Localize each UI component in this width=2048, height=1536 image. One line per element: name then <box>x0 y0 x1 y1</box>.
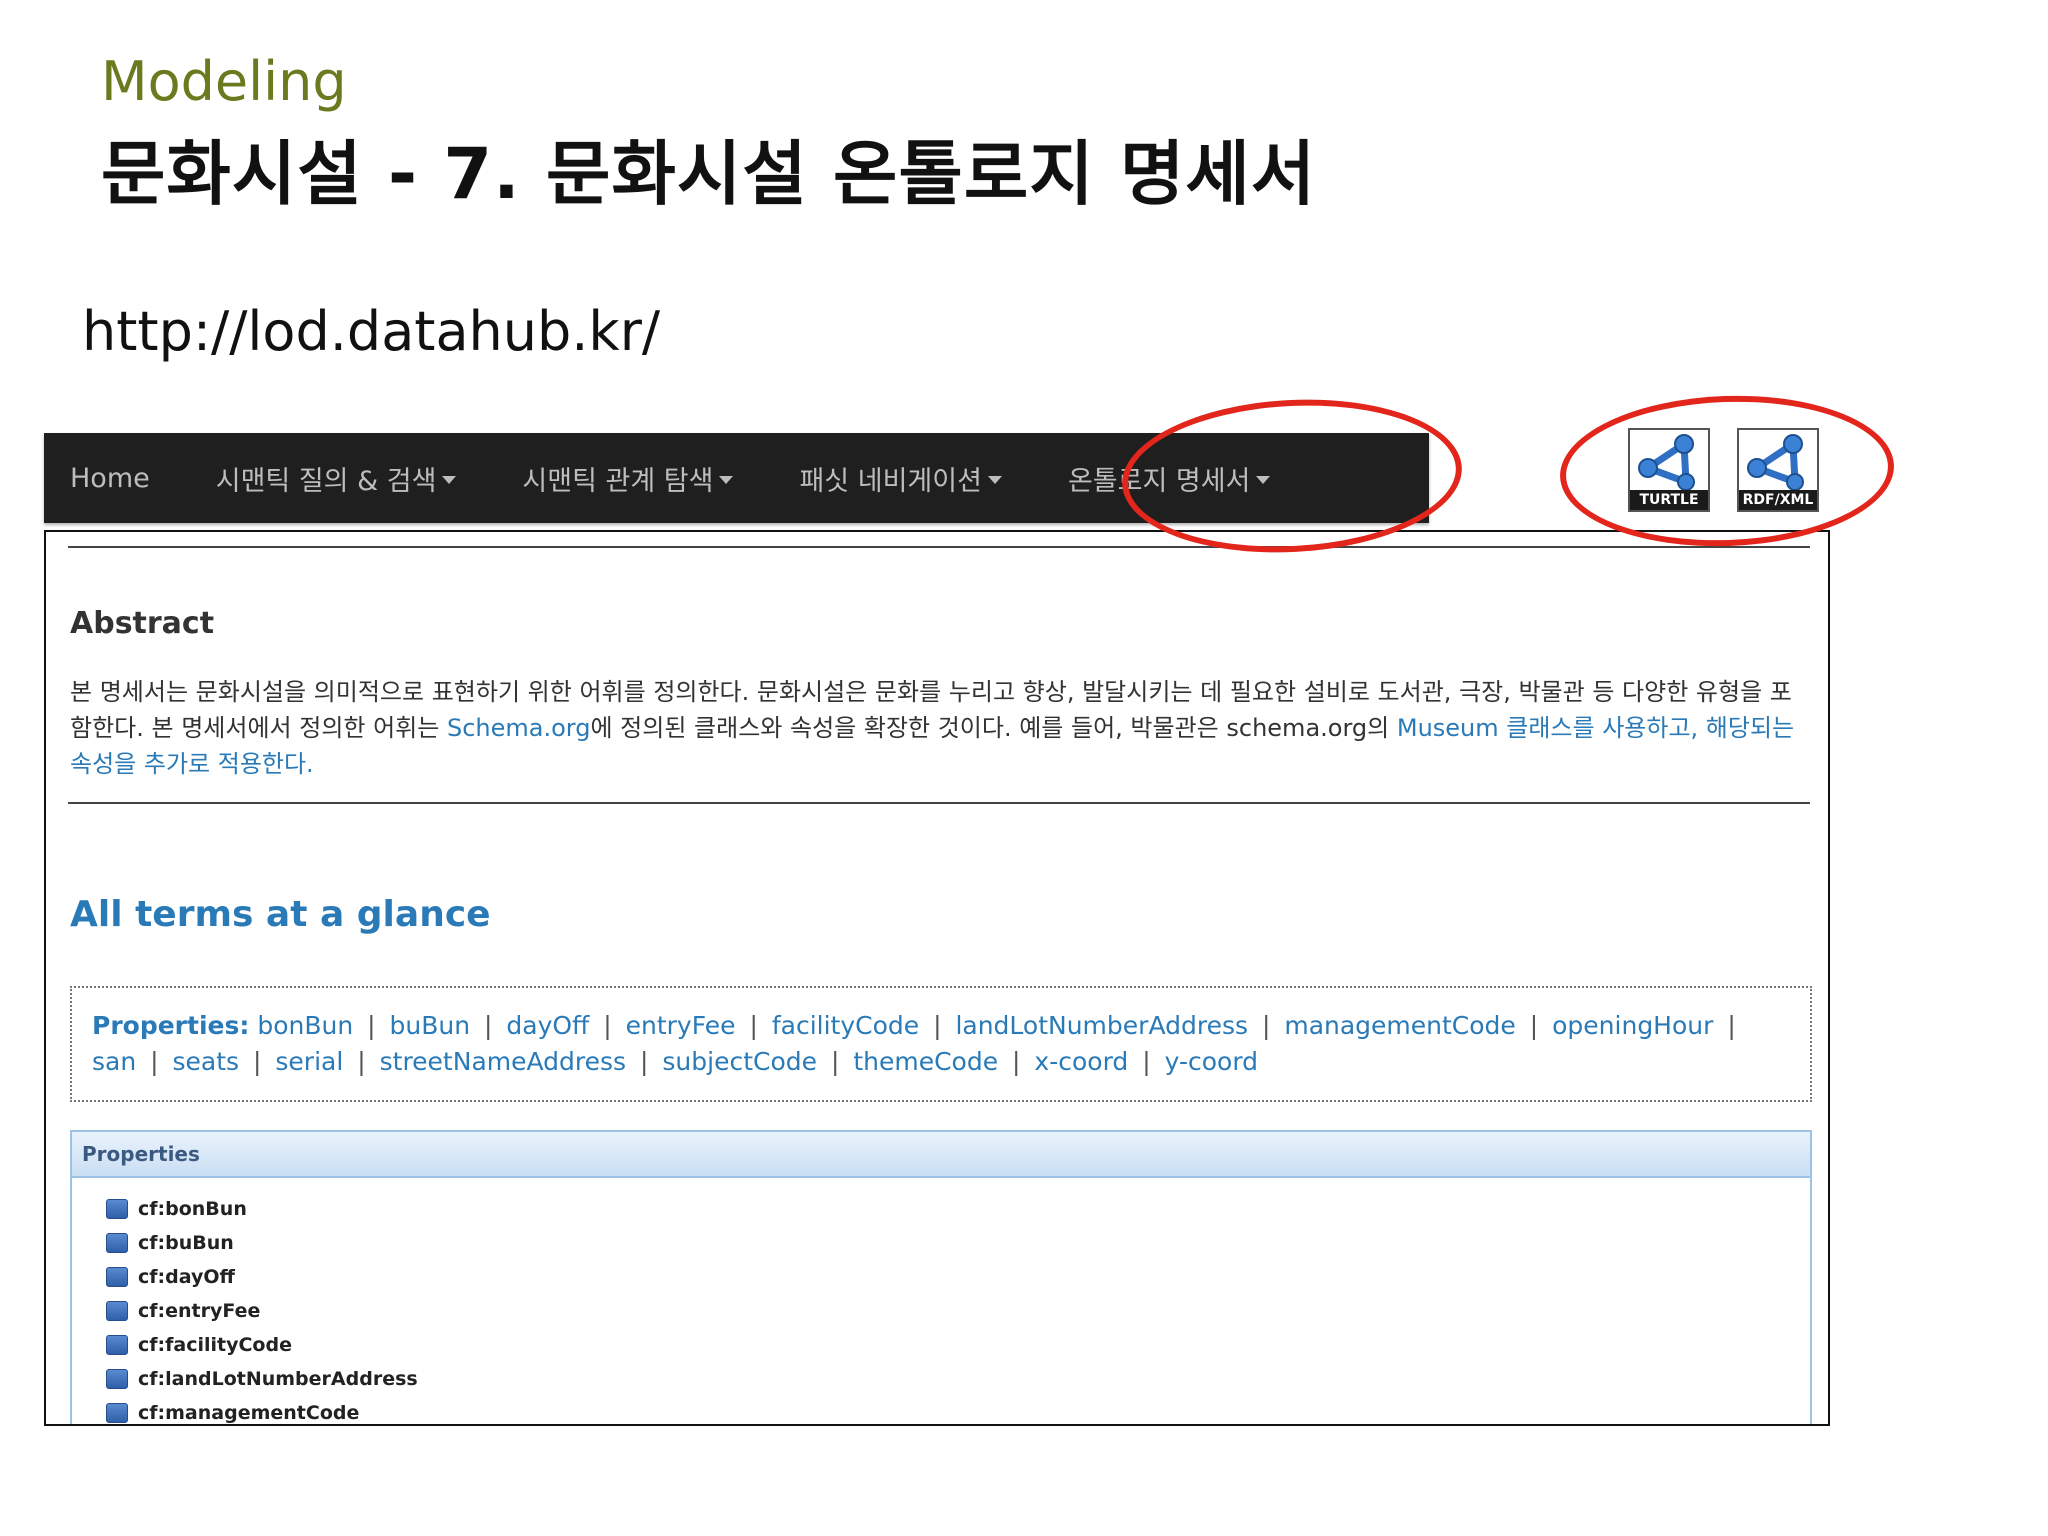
abstract-heading: Abstract <box>70 606 215 641</box>
term-separator: | <box>245 1047 262 1076</box>
nav-item-home[interactable]: Home <box>70 463 150 494</box>
nav-item-label: 시맨틱 질의 & 검색 <box>215 465 437 497</box>
property-name: cf:dayOff <box>138 1266 235 1288</box>
schema-org-link[interactable]: Schema.org <box>447 714 590 742</box>
glance-term-link[interactable]: x-coord <box>1026 1047 1128 1076</box>
property-bullet-icon <box>106 1267 128 1287</box>
nav-item-label: 패싯 네비게이션 <box>799 465 982 497</box>
divider <box>68 546 1810 548</box>
glance-term-link[interactable]: entryFee <box>618 1011 736 1040</box>
term-separator: | <box>476 1011 493 1040</box>
nav-item-semantic-relation[interactable]: 시맨틱 관계 탐색 <box>522 459 734 498</box>
glance-term-link[interactable]: facilityCode <box>764 1011 919 1040</box>
glance-terms: bonBun | buBun | dayOff | entryFee | fac… <box>92 1011 1742 1076</box>
glance-term-link[interactable]: subjectCode <box>654 1047 817 1076</box>
property-name: cf:entryFee <box>138 1300 261 1322</box>
export-icons: TURTLE RDF/XML <box>1628 428 1819 512</box>
property-name: cf:landLotNumberAddress <box>138 1368 418 1390</box>
property-bullet-icon <box>106 1335 128 1355</box>
property-list-item[interactable]: cf:facilityCode <box>106 1328 1810 1362</box>
glance-term-link[interactable]: bonBun <box>257 1011 353 1040</box>
rdf-graph-icon <box>1747 434 1804 490</box>
glance-term-link[interactable]: openingHour <box>1544 1011 1713 1040</box>
caret-down-icon <box>442 475 457 484</box>
nav-item-label: 온톨로지 명세서 <box>1067 465 1251 497</box>
term-separator: | <box>595 1011 612 1040</box>
turtle-export-button[interactable]: TURTLE <box>1628 428 1710 512</box>
property-list-item[interactable]: cf:entryFee <box>106 1294 1810 1328</box>
glance-term-link[interactable]: seats <box>165 1047 240 1076</box>
term-separator: | <box>349 1047 366 1076</box>
nav-item-label: 시맨틱 관계 탐색 <box>522 465 714 497</box>
slide-subtitle: Modeling <box>101 50 347 113</box>
term-separator: | <box>925 1011 942 1040</box>
slide-title: 문화시설 - 7. 문화시설 온톨로지 명세서 <box>101 133 1317 215</box>
term-separator: | <box>632 1047 649 1076</box>
term-separator: | <box>823 1047 840 1076</box>
caret-down-icon <box>719 475 734 484</box>
nav-item-ontology-spec[interactable]: 온톨로지 명세서 <box>1067 459 1271 498</box>
property-name: cf:facilityCode <box>138 1334 292 1356</box>
glance-properties-label: Properties: <box>92 1011 250 1040</box>
term-separator: | <box>1521 1011 1539 1040</box>
term-separator: | <box>359 1011 376 1040</box>
rdfxml-export-button[interactable]: RDF/XML <box>1737 428 1819 512</box>
property-list-item[interactable]: cf:buBun <box>106 1226 1810 1260</box>
property-list-item[interactable]: cf:managementCode <box>106 1396 1810 1424</box>
term-separator: | <box>741 1011 758 1040</box>
slide-url: http://lod.datahub.kr/ <box>82 300 661 363</box>
term-separator: | <box>1719 1011 1736 1040</box>
property-name: cf:buBun <box>138 1232 234 1254</box>
properties-box: Properties cf:bonBun cf:buBun cf:dayOff cf:… <box>70 1130 1812 1424</box>
property-list-item[interactable]: cf:landLotNumberAddress <box>106 1362 1810 1396</box>
glance-term-link[interactable]: managementCode <box>1276 1011 1515 1040</box>
abstract-text: 본 명세서는 문화시설을 의미적으로 표현하기 위한 어휘를 정의한다. 문화시… <box>70 674 1810 782</box>
nav-item-semantic-query[interactable]: 시맨틱 질의 & 검색 <box>216 459 457 498</box>
property-name: cf:bonBun <box>138 1198 247 1220</box>
glance-term-link[interactable]: y-coord <box>1157 1047 1258 1076</box>
rdf-graph-icon <box>1638 434 1695 490</box>
caret-down-icon <box>1256 475 1271 484</box>
nav-item-facet-navigation[interactable]: 패싯 네비게이션 <box>799 459 1002 498</box>
abstract-text-part: 에 정의된 클래스와 속성을 확장한 것이다. 예를 들어, 박물관은 sche… <box>590 714 1397 742</box>
glance-heading: All terms at a glance <box>70 894 491 935</box>
glance-term-link[interactable]: streetNameAddress <box>372 1047 626 1076</box>
glance-term-link[interactable]: buBun <box>382 1011 471 1040</box>
glance-term-link[interactable]: themeCode <box>845 1047 998 1076</box>
top-navbar: Home 시맨틱 질의 & 검색 시맨틱 관계 탐색 패싯 네비게이션 온톨로지… <box>44 433 1429 523</box>
property-bullet-icon <box>106 1199 128 1219</box>
property-bullet-icon <box>106 1233 128 1253</box>
properties-header: Properties <box>72 1132 1810 1178</box>
term-separator: | <box>1134 1047 1151 1076</box>
property-bullet-icon <box>106 1369 128 1389</box>
glance-term-link[interactable]: san <box>92 1047 136 1076</box>
term-separator: | <box>142 1047 159 1076</box>
term-separator: | <box>1254 1011 1271 1040</box>
property-list-item[interactable]: cf:bonBun <box>106 1192 1810 1226</box>
property-list-item[interactable]: cf:dayOff <box>106 1260 1810 1294</box>
property-name: cf:managementCode <box>138 1402 360 1424</box>
divider <box>68 802 1810 804</box>
caret-down-icon <box>987 475 1002 484</box>
ontology-content-panel: Abstract 본 명세서는 문화시설을 의미적으로 표현하기 위한 어휘를 … <box>44 530 1830 1426</box>
property-bullet-icon <box>106 1403 128 1423</box>
turtle-label: TURTLE <box>1630 490 1708 510</box>
nav-item-label: Home <box>70 462 150 494</box>
terms-glance-box: Properties: bonBun | buBun | dayOff | en… <box>70 986 1812 1102</box>
property-bullet-icon <box>106 1301 128 1321</box>
glance-term-link[interactable]: dayOff <box>498 1011 589 1040</box>
rdfxml-label: RDF/XML <box>1739 490 1817 510</box>
term-separator: | <box>1004 1047 1021 1076</box>
glance-term-link[interactable]: landLotNumberAddress <box>948 1011 1248 1040</box>
properties-list: cf:bonBun cf:buBun cf:dayOff cf:entryFee cf:… <box>72 1178 1810 1424</box>
glance-term-link[interactable]: serial <box>267 1047 343 1076</box>
